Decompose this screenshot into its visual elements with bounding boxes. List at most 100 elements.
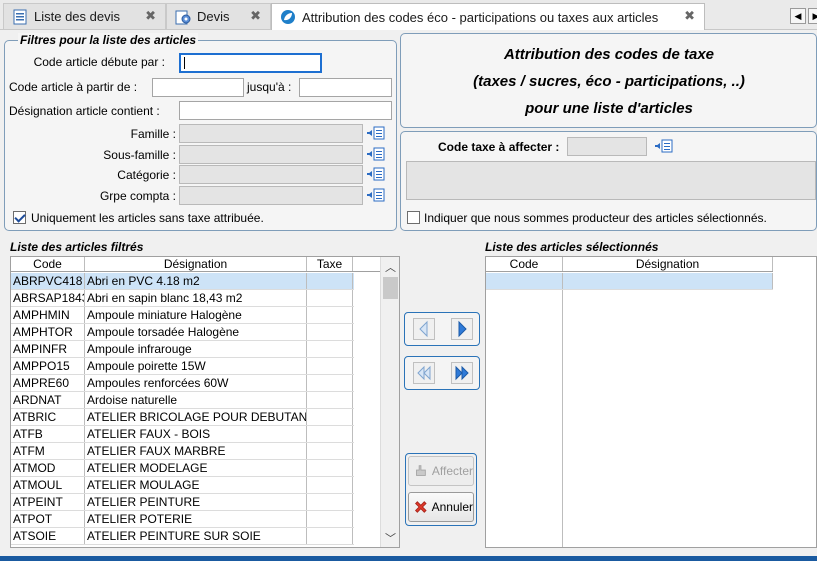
scroll-thumb[interactable] xyxy=(383,277,398,299)
table-row[interactable]: ATPOT ATELIER POTERIE xyxy=(11,511,354,528)
cell-designation: Ampoules renforcées 60W xyxy=(85,375,307,391)
cell-designation: Ampoule poirette 15W xyxy=(85,358,307,374)
designation-input[interactable] xyxy=(179,101,392,120)
move-all-right-button[interactable] xyxy=(451,362,473,384)
tab-liste-des-devis[interactable]: Liste des devis ✖ xyxy=(3,3,166,29)
page-subtitle: (taxes / sucres, éco - participations, .… xyxy=(473,73,745,90)
tab-scroll-left-button[interactable]: ◀ xyxy=(790,8,806,24)
close-icon[interactable]: ✖ xyxy=(684,8,695,24)
table-row[interactable]: ARDNAT Ardoise naturelle xyxy=(11,392,354,409)
cell-designation: ATELIER MOULAGE xyxy=(85,477,307,493)
table-row[interactable]: ATMOUL ATELIER MOULAGE xyxy=(11,477,354,494)
column-header-designation[interactable]: Désignation xyxy=(563,257,773,271)
scroll-up-icon[interactable]: ︿ xyxy=(381,259,399,275)
code-from-label: Code article à partir de : xyxy=(9,80,138,94)
cell-taxe xyxy=(307,426,353,442)
list-picker-icon[interactable] xyxy=(367,188,385,202)
cell-code: ABRPVC418 xyxy=(11,273,85,289)
producer-label: Indiquer que nous sommes producteur des … xyxy=(424,211,767,225)
arrow-left-icon xyxy=(419,320,428,338)
cell-code: AMPRE60 xyxy=(11,375,85,391)
close-icon[interactable]: ✖ xyxy=(145,8,156,24)
table-row[interactable]: ATBRIC ATELIER BRICOLAGE POUR DEBUTANT xyxy=(11,409,354,426)
code-starts-input[interactable] xyxy=(179,53,322,73)
cell-designation: Abri en PVC 4.18 m2 xyxy=(85,273,307,289)
column-header-code[interactable]: Code xyxy=(486,257,563,271)
designation-label: Désignation article contient : xyxy=(9,104,160,118)
tab-label: Liste des devis xyxy=(34,9,120,24)
table-row[interactable]: AMPINFR Ampoule infrarouge xyxy=(11,341,354,358)
table-row[interactable]: ATFB ATELIER FAUX - BOIS xyxy=(11,426,354,443)
cell-taxe xyxy=(307,324,353,340)
double-arrow-left-icon xyxy=(417,365,431,381)
column-header-code[interactable]: Code xyxy=(11,257,85,271)
cell-designation: ATELIER PEINTURE xyxy=(85,494,307,510)
page-subtitle-2: pour une liste d'articles xyxy=(525,100,693,117)
page-title: Attribution des codes de taxe xyxy=(503,46,715,63)
move-all-group xyxy=(404,356,480,390)
cell-designation: ATELIER POTERIE xyxy=(85,511,307,527)
table-row[interactable]: AMPHTOR Ampoule torsadée Halogène xyxy=(11,324,354,341)
table-row[interactable]: AMPHMIN Ampoule miniature Halogène xyxy=(11,307,354,324)
arrow-right-icon xyxy=(458,320,467,338)
list-document-icon xyxy=(13,9,27,24)
cell-taxe xyxy=(307,477,353,493)
table-row[interactable]: ABRPVC418 Abri en PVC 4.18 m2 xyxy=(11,273,354,290)
cell-taxe xyxy=(307,375,353,391)
selected-articles-grid[interactable]: Code Désignation xyxy=(485,256,817,548)
list-picker-icon[interactable] xyxy=(367,147,385,161)
table-row[interactable]: ABRSAP1843 Abri en sapin blanc 18,43 m2 xyxy=(11,290,354,307)
cell-code: ATFB xyxy=(11,426,85,442)
red-x-icon xyxy=(414,501,427,513)
cell-code: ATBRIC xyxy=(11,409,85,425)
table-row[interactable]: AMPPO15 Ampoule poirette 15W xyxy=(11,358,354,375)
move-left-button[interactable] xyxy=(413,318,435,340)
affecter-button[interactable]: Affecter xyxy=(408,456,474,486)
close-icon[interactable]: ✖ xyxy=(250,8,261,24)
filters-title: Filtres pour la liste des articles xyxy=(18,33,199,47)
column-header-taxe[interactable]: Taxe xyxy=(307,257,353,271)
cell-taxe xyxy=(307,273,353,289)
table-row[interactable]: AMPRE60 Ampoules renforcées 60W xyxy=(11,375,354,392)
cell-code: ATMOUL xyxy=(11,477,85,493)
annuler-button[interactable]: Annuler xyxy=(408,492,474,522)
table-row[interactable]: ATSOIE ATELIER PEINTURE SUR SOIE xyxy=(11,528,354,545)
list-picker-icon[interactable] xyxy=(367,126,385,140)
list-picker-icon[interactable] xyxy=(655,139,673,153)
producer-checkbox[interactable] xyxy=(407,211,420,224)
double-arrow-right-icon xyxy=(455,365,469,381)
column-header-designation[interactable]: Désignation xyxy=(85,257,307,271)
table-row[interactable]: ATPEINT ATELIER PEINTURE xyxy=(11,494,354,511)
filtered-articles-grid[interactable]: Code Désignation Taxe ABRPVC418 Abri en P… xyxy=(10,256,400,548)
cell-code: AMPHTOR xyxy=(11,324,85,340)
cell-code: AMPPO15 xyxy=(11,358,85,374)
affecter-label: Affecter xyxy=(431,464,473,478)
selected-row[interactable] xyxy=(486,273,773,290)
cell-taxe xyxy=(307,341,353,357)
tab-attribution-codes[interactable]: Attribution des codes éco - participatio… xyxy=(271,3,705,30)
tax-description-field xyxy=(406,161,816,200)
table-row[interactable]: ATMOD ATELIER MODELAGE xyxy=(11,460,354,477)
cell-code: ATSOIE xyxy=(11,528,85,544)
grid-header: Code Désignation xyxy=(486,257,773,272)
move-right-button[interactable] xyxy=(451,318,473,340)
cell-taxe xyxy=(307,409,353,425)
tab-devis[interactable]: Devis ✖ xyxy=(166,3,271,29)
filtered-list-title: Liste des articles filtrés xyxy=(10,240,144,254)
cell-taxe xyxy=(307,460,353,476)
cell-code: ARDNAT xyxy=(11,392,85,408)
scroll-down-icon[interactable]: ﹀ xyxy=(381,530,399,546)
sous-famille-input xyxy=(179,145,363,164)
tab-scroll-right-button[interactable]: ▶ xyxy=(808,8,817,24)
vertical-scrollbar[interactable]: ︿ ﹀ xyxy=(380,257,399,547)
code-starts-label: Code article débute par : xyxy=(33,55,165,69)
move-all-left-button[interactable] xyxy=(413,362,435,384)
code-from-input[interactable] xyxy=(152,78,244,97)
code-to-input[interactable] xyxy=(299,78,392,97)
only-untaxed-checkbox[interactable] xyxy=(13,211,26,224)
cell-designation: Ardoise naturelle xyxy=(85,392,307,408)
list-picker-icon[interactable] xyxy=(367,167,385,181)
cell-designation: ATELIER MODELAGE xyxy=(85,460,307,476)
table-row[interactable]: ATFM ATELIER FAUX MARBRE xyxy=(11,443,354,460)
grpe-compta-label: Grpe compta : xyxy=(99,189,176,203)
